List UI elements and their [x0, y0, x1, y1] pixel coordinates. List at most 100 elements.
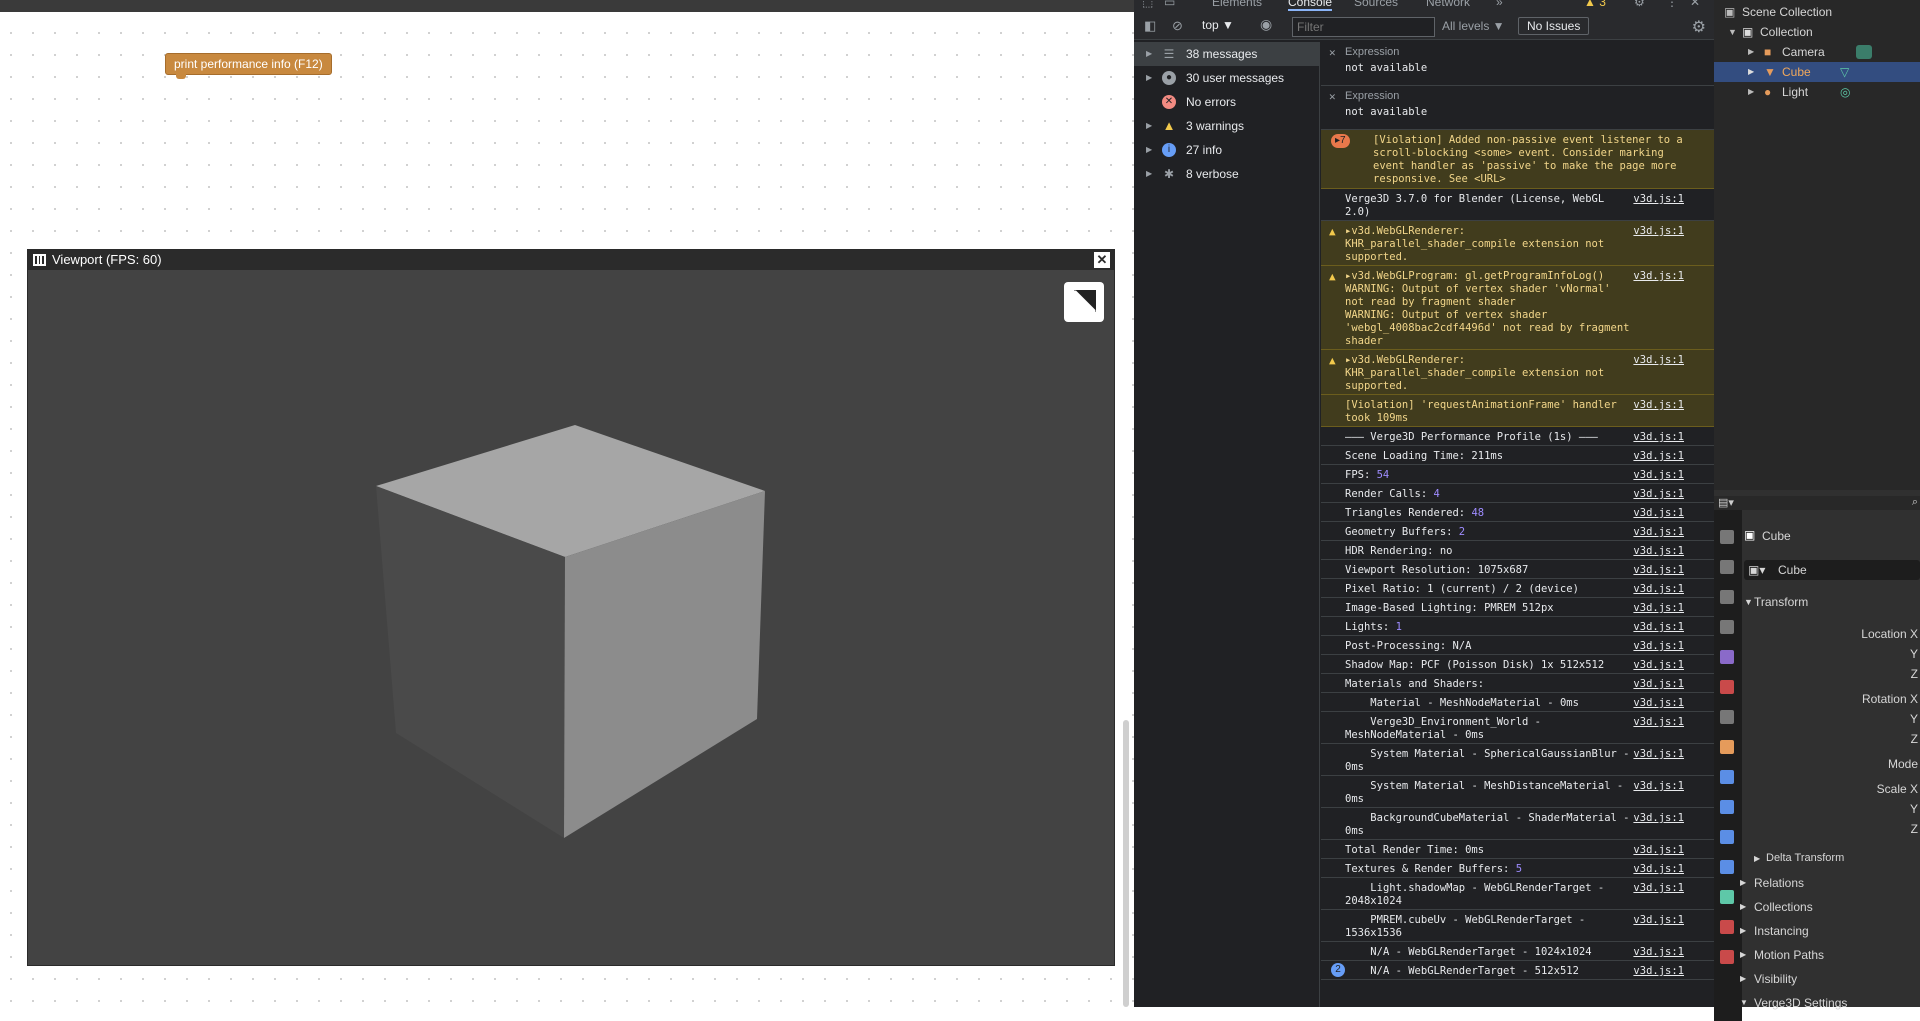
source-link[interactable]: v3d.js:1	[1633, 450, 1684, 463]
expand-arrow-icon[interactable]: ▶	[1754, 854, 1760, 863]
expand-arrow-icon[interactable]: ▶	[1146, 114, 1152, 138]
source-link[interactable]: v3d.js:1	[1633, 583, 1684, 596]
source-link[interactable]: v3d.js:1	[1633, 488, 1684, 501]
camera-data-icon[interactable]	[1856, 45, 1872, 59]
source-link[interactable]: v3d.js:1	[1633, 526, 1684, 539]
source-link[interactable]: v3d.js:1	[1633, 914, 1684, 927]
source-link[interactable]: v3d.js:1	[1633, 193, 1684, 206]
editor-type-icon[interactable]: ▤▾	[1718, 496, 1734, 509]
collapse-arrow-icon[interactable]: ▼	[1740, 998, 1748, 1007]
tab-console[interactable]: Console	[1288, 0, 1333, 11]
source-link[interactable]: v3d.js:1	[1633, 780, 1684, 793]
log-levels-select[interactable]: All levels ▼	[1442, 19, 1505, 33]
more-tabs-icon[interactable]: »	[1496, 0, 1503, 9]
outliner-light[interactable]: ▶ ● Light ◎	[1714, 82, 1920, 102]
console-settings-icon[interactable]: ⚙	[1692, 17, 1706, 37]
inspect-icon[interactable]: ⬚	[1142, 0, 1153, 9]
particles-tab-icon[interactable]	[1720, 800, 1734, 814]
render-tab-icon[interactable]	[1720, 560, 1734, 574]
eye-icon[interactable]: ◉	[1260, 16, 1272, 33]
source-link[interactable]: v3d.js:1	[1633, 270, 1684, 283]
source-link[interactable]: v3d.js:1	[1633, 640, 1684, 653]
no-issues-button[interactable]: No Issues	[1518, 17, 1590, 35]
source-link[interactable]: v3d.js:1	[1633, 697, 1684, 710]
outliner-cube[interactable]: ▶ ▼ Cube ▽	[1714, 62, 1920, 82]
expand-arrow-icon[interactable]: ▶	[1146, 42, 1152, 66]
print-performance-info-block[interactable]: print performance info (F12)	[165, 53, 332, 79]
transform-panel-header[interactable]: Transform	[1754, 595, 1808, 609]
expand-arrow-icon[interactable]: ▶	[1740, 878, 1746, 887]
console-messages[interactable]: ✕ Expression not available ✕ Expression …	[1321, 42, 1714, 1007]
remove-expression-icon[interactable]: ✕	[1329, 90, 1336, 103]
expand-arrow-icon[interactable]: ▶	[1748, 42, 1754, 62]
remove-expression-icon[interactable]: ✕	[1329, 46, 1336, 59]
source-link[interactable]: v3d.js:1	[1633, 354, 1684, 367]
expand-arrow-icon[interactable]: ▶	[1748, 62, 1754, 82]
source-link[interactable]: v3d.js:1	[1633, 399, 1684, 412]
kebab-menu-icon[interactable]: ⋮	[1666, 0, 1678, 9]
fullscreen-button[interactable]	[1064, 282, 1104, 322]
delta-transform-header[interactable]: Delta Transform	[1766, 852, 1844, 864]
source-link[interactable]: v3d.js:1	[1633, 812, 1684, 825]
light-data-icon[interactable]: ◎	[1840, 82, 1850, 102]
expand-arrow-icon[interactable]: ▶	[1146, 162, 1152, 186]
source-link[interactable]: v3d.js:1	[1633, 678, 1684, 691]
object-icon[interactable]: ▣▾	[1748, 563, 1765, 577]
collections-header[interactable]: Collections	[1754, 900, 1813, 914]
expand-arrow-icon[interactable]: ▶	[1740, 926, 1746, 935]
modifier-tab-icon[interactable]	[1720, 770, 1734, 784]
mesh-data-icon[interactable]: ▽	[1840, 62, 1849, 82]
tab-elements[interactable]: Elements	[1212, 0, 1262, 9]
object-tab-icon[interactable]	[1720, 740, 1734, 754]
sidebar-item-messages[interactable]: ▶ ☰ 38 messages	[1134, 42, 1320, 66]
filter-input[interactable]	[1292, 17, 1435, 37]
material-tab-icon[interactable]	[1720, 920, 1734, 934]
output-tab-icon[interactable]	[1720, 590, 1734, 604]
source-link[interactable]: v3d.js:1	[1633, 882, 1684, 895]
clear-console-icon[interactable]: ⊘	[1172, 18, 1183, 34]
expand-arrow-icon[interactable]: ▶	[1740, 974, 1746, 983]
expand-arrow-icon[interactable]: ▶	[1740, 902, 1746, 911]
data-tab-icon[interactable]	[1720, 890, 1734, 904]
search-icon[interactable]: ⌕	[1912, 496, 1918, 509]
object-name-field[interactable]: ▣▾ Cube	[1744, 560, 1920, 580]
close-devtools-icon[interactable]: ✕	[1690, 0, 1700, 9]
source-link[interactable]: v3d.js:1	[1633, 225, 1684, 238]
constraints-tab-icon[interactable]	[1720, 860, 1734, 874]
expression-label[interactable]: Expression	[1345, 46, 1399, 58]
sidebar-item-warnings[interactable]: ▶ ▲ 3 warnings	[1134, 114, 1320, 138]
sidebar-item-errors[interactable]: ✕ No errors	[1134, 90, 1320, 114]
issues-count-badge[interactable]: ▲ 3	[1584, 0, 1606, 9]
source-link[interactable]: v3d.js:1	[1633, 716, 1684, 729]
physics-tab-icon[interactable]	[1720, 830, 1734, 844]
collapse-arrow-icon[interactable]: ▼	[1744, 597, 1753, 607]
source-link[interactable]: v3d.js:1	[1633, 965, 1684, 978]
view-layer-tab-icon[interactable]	[1720, 620, 1734, 634]
source-link[interactable]: v3d.js:1	[1633, 863, 1684, 876]
context-select[interactable]: top ▼	[1202, 18, 1234, 32]
collapse-arrow-icon[interactable]: ▼	[1728, 22, 1737, 42]
expression-label[interactable]: Expression	[1345, 90, 1399, 102]
outliner-scene-collection[interactable]: ▣ Scene Collection	[1714, 2, 1920, 22]
expand-arrow-icon[interactable]: ▶	[1146, 66, 1152, 90]
source-link[interactable]: v3d.js:1	[1633, 621, 1684, 634]
outliner-camera[interactable]: ▶ ■ Camera	[1714, 42, 1920, 62]
texture-tab-icon[interactable]	[1720, 950, 1734, 964]
expand-arrow-icon[interactable]: ▶	[1740, 950, 1746, 959]
world-tab-icon[interactable]	[1720, 680, 1734, 694]
expand-arrow-icon[interactable]: ▶	[1146, 138, 1152, 162]
close-icon[interactable]: ✕	[1094, 252, 1110, 268]
source-link[interactable]: v3d.js:1	[1633, 545, 1684, 558]
motion-paths-header[interactable]: Motion Paths	[1754, 948, 1824, 962]
source-link[interactable]: v3d.js:1	[1633, 564, 1684, 577]
instancing-header[interactable]: Instancing	[1754, 924, 1809, 938]
relations-header[interactable]: Relations	[1754, 876, 1804, 890]
settings-icon[interactable]: ⚙	[1634, 0, 1645, 9]
visibility-header[interactable]: Visibility	[1754, 972, 1797, 986]
sidebar-item-info[interactable]: ▶ i 27 info	[1134, 138, 1320, 162]
tab-network[interactable]: Network	[1426, 0, 1470, 9]
sidebar-toggle-icon[interactable]: ◧	[1144, 18, 1156, 34]
tool-tab-icon[interactable]	[1720, 530, 1734, 544]
3d-canvas[interactable]	[28, 270, 1114, 965]
puzzles-workspace[interactable]: print performance info (F12) Viewport (F…	[0, 0, 1134, 1007]
